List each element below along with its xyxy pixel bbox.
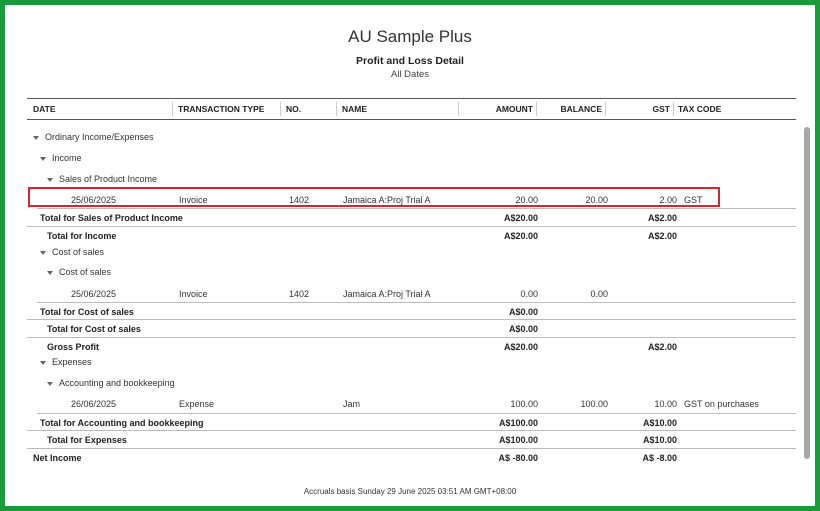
col-divider [336,102,337,116]
caret-down-icon[interactable] [47,270,53,275]
txn-amount: 100.00 [510,399,538,409]
caret-down-icon[interactable] [33,135,39,140]
vertical-scrollbar[interactable] [804,127,810,459]
section-row[interactable]: Accounting and bookkeeping [27,374,796,392]
txn-date: 26/06/2025 [71,399,117,409]
col-type-header[interactable]: TRANSACTION TYPE [178,99,264,119]
caret-down-icon[interactable] [47,381,53,386]
txn-no: 1402 [289,289,310,299]
col-name-header[interactable]: NAME [342,99,367,119]
report-date-range: All Dates [390,69,429,80]
section-row[interactable]: Cost of sales [27,263,796,281]
section-label: Income [52,153,82,163]
table-row[interactable]: 25/06/2025 Invoice 1402 Jamaica A:Proj T… [27,285,796,303]
col-date-header[interactable]: DATE [33,99,56,119]
table-row[interactable]: 26/06/2025 Expense Jam 100.00 100.00 10.… [27,395,796,413]
section-label: Cost of sales [52,247,105,257]
txn-type[interactable]: Invoice [179,285,208,303]
report-title: Profit and Loss Detail [356,55,464,67]
col-amount-header[interactable]: AMOUNT [467,99,533,119]
caret-down-icon[interactable] [47,177,53,182]
section-row[interactable]: Ordinary Income/Expenses [27,128,796,146]
report-footer: Accruals basis Sunday 29 June 2025 03:51… [303,487,517,496]
total-amount: A$ -80.00 [498,453,538,463]
caret-down-icon[interactable] [40,156,46,161]
total-label: Total for Expenses [47,435,127,445]
col-tax-header[interactable]: TAX CODE [678,99,721,119]
report-frame: AU Sample Plus Profit and Loss Detail Al… [5,5,815,506]
highlight-box [28,187,720,207]
total-row: Total for Sales of Product Income A$20.0… [37,208,796,227]
txn-name: Jamaica A:Proj Trial A [343,289,431,299]
txn-balance: 100.00 [580,399,608,409]
total-amount: A$0.00 [508,324,538,334]
col-divider [280,102,281,116]
column-header-row: DATE TRANSACTION TYPE NO. NAME AMOUNT BA… [27,98,796,120]
txn-type[interactable]: Expense [179,395,214,413]
section-label: Accounting and bookkeeping [59,378,175,388]
total-label: Net Income [33,453,82,463]
total-amount: A$100.00 [498,435,538,445]
section-row[interactable]: Expenses [27,353,796,371]
total-gst: A$2.00 [647,213,677,223]
col-divider [605,102,606,116]
section-label: Sales of Product Income [59,174,158,184]
col-divider [673,102,674,116]
col-no-header[interactable]: NO. [286,99,301,119]
section-row[interactable]: Sales of Product Income [27,170,796,188]
caret-down-icon[interactable] [40,360,46,365]
txn-amount: 0.00 [520,289,538,299]
total-label: Total for Cost of sales [47,324,141,334]
total-row: Total for Cost of sales A$0.00 [27,319,796,338]
total-label: Total for Sales of Product Income [40,213,183,223]
txn-date: 25/06/2025 [71,289,117,299]
section-label: Expenses [52,357,92,367]
col-divider [172,102,173,116]
section-row[interactable]: Income [27,149,796,167]
txn-gst: 10.00 [654,399,677,409]
txn-balance: 0.00 [590,289,608,299]
txn-tax-code: GST on purchases [684,399,759,409]
company-name: AU Sample Plus [348,27,472,46]
total-gst: A$ -8.00 [642,453,677,463]
col-balance-header[interactable]: BALANCE [537,99,602,119]
caret-down-icon[interactable] [40,250,46,255]
total-amount: A$20.00 [503,213,538,223]
total-row: Total for Expenses A$100.00 A$10.00 [27,430,796,449]
section-label: Cost of sales [59,267,112,277]
txn-name: Jam [343,399,361,409]
col-gst-header[interactable]: GST [617,99,670,119]
total-gst: A$10.00 [642,435,677,445]
col-divider [458,102,459,116]
total-row: Net Income A$ -80.00 A$ -8.00 [27,448,796,467]
section-label: Ordinary Income/Expenses [45,132,154,142]
section-row[interactable]: Cost of sales [27,243,796,261]
